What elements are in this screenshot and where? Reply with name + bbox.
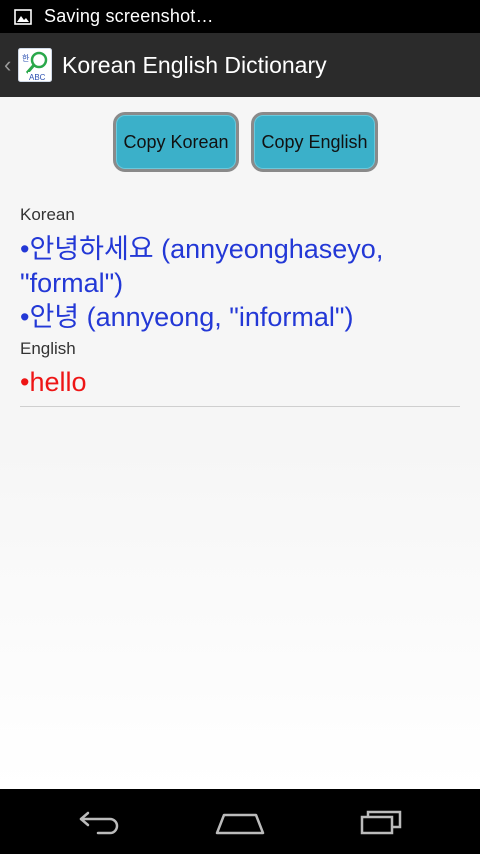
home-icon[interactable]	[214, 807, 266, 835]
english-label: English	[20, 339, 76, 358]
english-entry: •hello	[20, 367, 87, 397]
navigation-bar	[0, 789, 480, 854]
recents-icon[interactable]	[358, 807, 404, 835]
copy-korean-button[interactable]: Copy Korean	[113, 112, 239, 172]
status-bar: Saving screenshot…	[0, 0, 480, 33]
svg-text:ABC: ABC	[29, 73, 46, 82]
page-title: Korean English Dictionary	[62, 51, 327, 78]
divider	[20, 406, 460, 407]
korean-label: Korean	[20, 205, 75, 224]
image-icon	[14, 8, 32, 25]
korean-entry: •안녕하세요 (annyeonghaseyo, "formal")	[20, 234, 384, 298]
dictionary-content: Copy Korean Copy English Korean •안녕하세요 (…	[0, 97, 480, 789]
copy-english-button[interactable]: Copy English	[251, 112, 378, 172]
chevron-left-icon[interactable]: ‹	[4, 52, 16, 78]
button-row: Copy Korean Copy English	[0, 112, 480, 174]
status-text: Saving screenshot…	[44, 6, 214, 26]
back-icon[interactable]	[78, 807, 124, 835]
dictionary-app-icon[interactable]: 한 ABC	[18, 48, 52, 82]
action-bar: ‹ 한 ABC Korean English Dictionary	[0, 33, 480, 98]
korean-entry: •안녕 (annyeong, "informal")	[20, 302, 354, 332]
svg-text:한: 한	[22, 54, 30, 63]
